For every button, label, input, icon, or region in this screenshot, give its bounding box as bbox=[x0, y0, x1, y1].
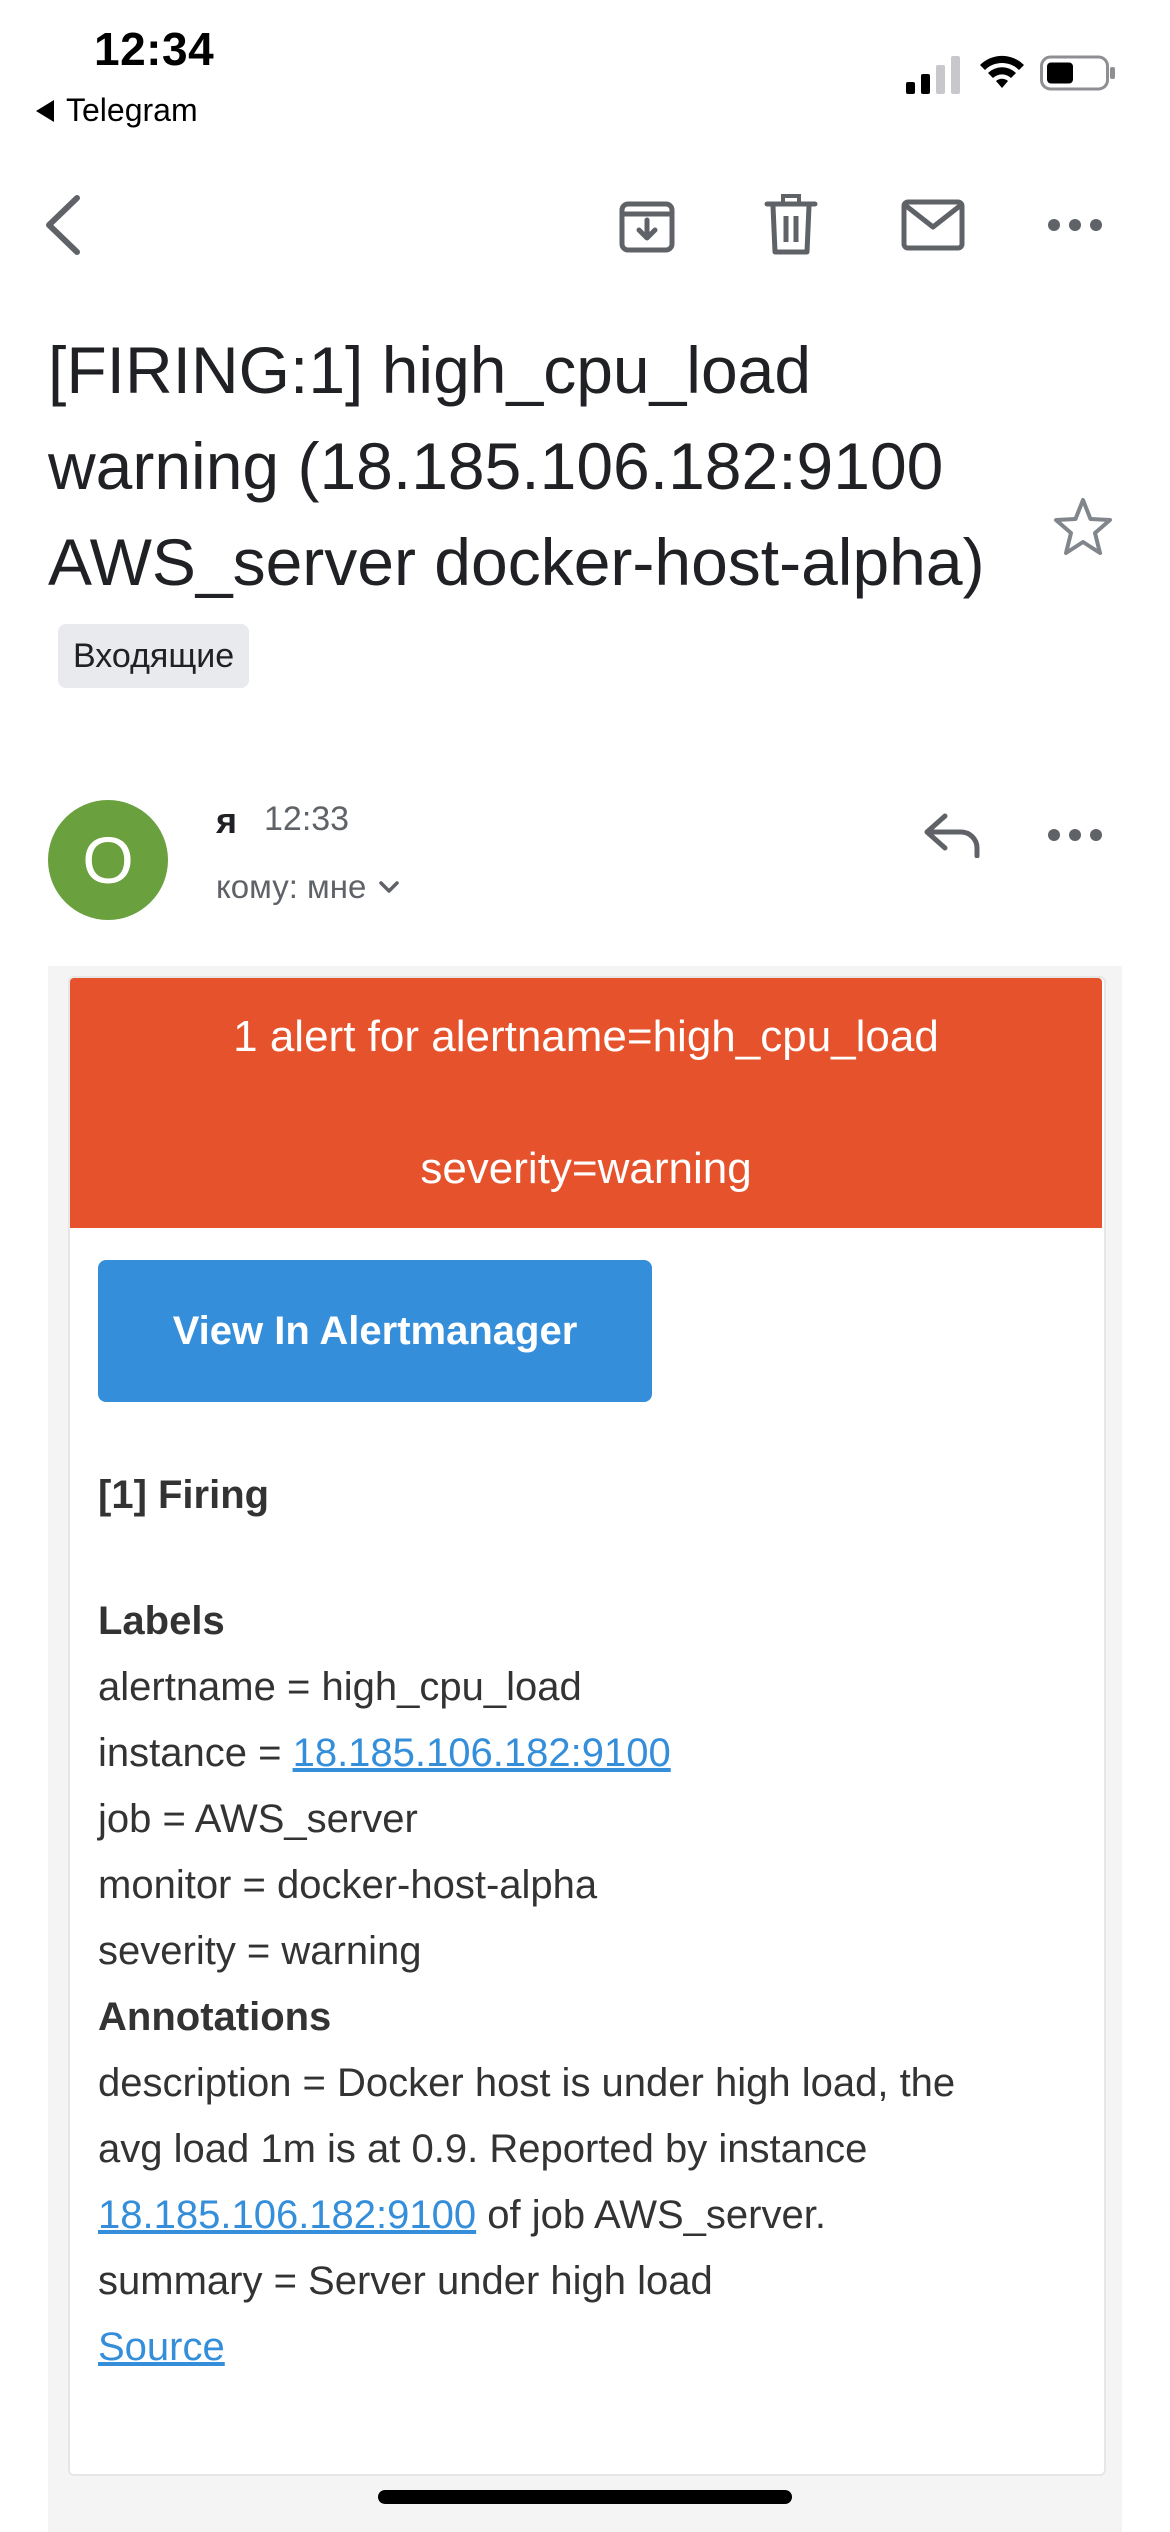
label-severity: severity = warning bbox=[98, 1929, 422, 1973]
labels-title: Labels bbox=[98, 1599, 225, 1643]
trash-icon[interactable] bbox=[756, 190, 826, 260]
recipients-toggle[interactable]: кому: мне bbox=[216, 868, 400, 906]
archive-icon[interactable] bbox=[612, 190, 682, 260]
reply-icon[interactable] bbox=[918, 800, 988, 870]
label-monitor: monitor = docker-host-alpha bbox=[98, 1863, 598, 1907]
label-instance-prefix: instance = bbox=[98, 1731, 293, 1775]
back-to-app-link[interactable]: Telegram bbox=[36, 92, 198, 129]
description-suffix: of job AWS_server. bbox=[476, 2193, 826, 2237]
status-time: 12:34 bbox=[94, 23, 215, 75]
email-subject: [FIRING:1] high_cpu_load warning (18.185… bbox=[48, 322, 1038, 706]
chevron-down-icon bbox=[379, 881, 400, 893]
annotations-title: Annotations bbox=[98, 1995, 332, 2039]
inbox-label-badge[interactable]: Входящие bbox=[58, 623, 250, 688]
recipients-text: кому: мне bbox=[216, 868, 367, 905]
annotation-summary: summary = Server under high load bbox=[98, 2259, 713, 2303]
alert-header-line2: severity=warning bbox=[420, 1144, 752, 1193]
sender-avatar[interactable]: O bbox=[48, 800, 168, 920]
battery-icon bbox=[1040, 55, 1115, 91]
star-icon[interactable] bbox=[1052, 496, 1114, 558]
annotation-description-line2: avg load 1m is at 0.9. Reported by insta… bbox=[98, 2127, 868, 2171]
instance-link[interactable]: 18.185.106.182:9100 bbox=[293, 1731, 671, 1775]
description-instance-link[interactable]: 18.185.106.182:9100 bbox=[98, 2193, 476, 2237]
annotation-description-line1: description = Docker host is under high … bbox=[98, 2061, 956, 2105]
label-job: job = AWS_server bbox=[98, 1797, 418, 1841]
cellular-signal-icon bbox=[906, 56, 960, 94]
mail-icon[interactable] bbox=[898, 190, 968, 260]
firing-title: [1] Firing bbox=[98, 1473, 270, 1517]
back-arrow-icon[interactable] bbox=[30, 190, 100, 260]
source-link[interactable]: Source bbox=[98, 2325, 225, 2369]
annotation-description-line3: 18.185.106.182:9100 of job AWS_server. bbox=[98, 2182, 1078, 2248]
subject-text: [FIRING:1] high_cpu_load warning (18.185… bbox=[48, 333, 985, 599]
label-alertname: alertname = high_cpu_load bbox=[98, 1665, 582, 1709]
wifi-icon bbox=[980, 55, 1024, 88]
view-in-alertmanager-button[interactable]: View In Alertmanager bbox=[98, 1260, 652, 1402]
alert-header: 1 alert for alertname=high_cpu_load seve… bbox=[70, 978, 1102, 1228]
home-indicator[interactable] bbox=[378, 2490, 792, 2504]
email-time: 12:33 bbox=[264, 800, 350, 838]
sender-name: я bbox=[216, 800, 238, 841]
back-app-label: Telegram bbox=[66, 92, 198, 128]
alert-header-line1: 1 alert for alertname=high_cpu_load bbox=[233, 1012, 939, 1061]
label-instance: instance = 18.185.106.182:9100 bbox=[98, 1720, 1078, 1786]
source-link-row: Source bbox=[98, 2314, 1078, 2380]
back-triangle-icon bbox=[36, 99, 54, 122]
more-icon[interactable] bbox=[1040, 190, 1110, 260]
message-more-icon[interactable] bbox=[1040, 800, 1110, 870]
